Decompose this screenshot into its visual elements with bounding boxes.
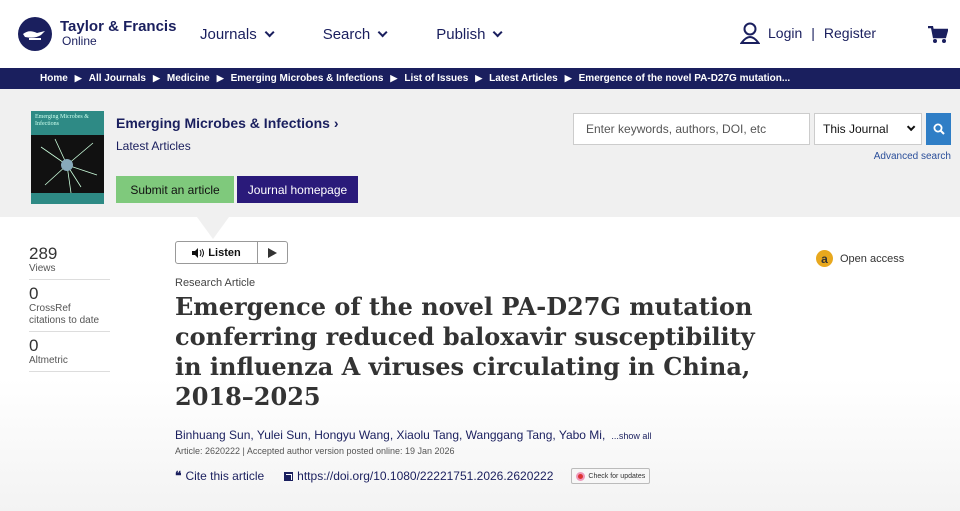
- authors-text[interactable]: Binhuang Sun, Yulei Sun, Hongyu Wang, Xi…: [175, 428, 605, 442]
- submit-article-button[interactable]: Submit an article: [116, 176, 234, 203]
- quote-icon: ❝: [175, 469, 182, 483]
- login-link[interactable]: Login: [768, 25, 802, 41]
- article-header: 289 Views 0 CrossRef citations to date 0…: [0, 217, 960, 511]
- banner-pointer: [197, 217, 229, 239]
- brand-name: Taylor & Francis: [60, 18, 177, 35]
- cover-title: Emerging Microbes & Infections: [31, 111, 104, 135]
- search-input[interactable]: [573, 113, 810, 145]
- breadcrumb-arrow-icon: ▶: [74, 73, 82, 83]
- check-for-updates-button[interactable]: Check for updates: [571, 468, 651, 484]
- breadcrumb-arrow-icon: ▶: [564, 73, 572, 83]
- listen-button[interactable]: Listen: [176, 242, 258, 263]
- breadcrumb-issues[interactable]: List of Issues: [404, 73, 468, 84]
- lamp-logo-icon: [18, 17, 52, 51]
- chevron-down-icon: [493, 27, 504, 38]
- open-access-icon: a: [816, 250, 833, 267]
- article-title: Emergence of the novel PA-D27G mutation …: [175, 292, 755, 411]
- search-scope-select[interactable]: This Journal: [814, 113, 922, 145]
- play-button[interactable]: [258, 242, 287, 263]
- metric-altmetric: 0 Altmetric: [29, 336, 110, 372]
- article-info: Article: 2620222 | Accepted author versi…: [175, 446, 455, 456]
- nav-search[interactable]: Search: [322, 26, 388, 43]
- metric-crossref: 0 CrossRef citations to date: [29, 284, 110, 332]
- metric-label: Views: [29, 263, 56, 274]
- metric-label: CrossRef citations to date: [29, 303, 100, 326]
- show-all-authors-link[interactable]: ...show all: [611, 431, 651, 441]
- breadcrumb-arrow-icon: ▶: [390, 73, 398, 83]
- article-metrics: 289 Views 0 CrossRef citations to date 0…: [29, 244, 110, 376]
- nav-journals-label: Journals: [200, 26, 257, 43]
- cite-article-link[interactable]: ❝ Cite this article: [175, 469, 264, 483]
- article-links: ❝ Cite this article https://doi.org/10.10…: [175, 468, 651, 484]
- article-type: Research Article: [175, 277, 256, 289]
- listen-player: Listen: [175, 241, 288, 264]
- doi-text: https://doi.org/10.1080/22221751.2026.26…: [297, 469, 554, 483]
- metric-value: 0: [29, 284, 39, 303]
- metric-label: Altmetric: [29, 355, 68, 366]
- speaker-icon: [192, 247, 205, 258]
- breadcrumb-journal[interactable]: Emerging Microbes & Infections: [231, 73, 384, 84]
- breadcrumb-home[interactable]: Home: [40, 73, 68, 84]
- breadcrumb-arrow-icon: ▶: [152, 73, 160, 83]
- main-nav: Journals Search Publish: [200, 26, 551, 43]
- breadcrumb-arrow-icon: ▶: [216, 73, 224, 83]
- account-links: Login | Register: [740, 22, 876, 44]
- journal-title-link[interactable]: Emerging Microbes & Infections ›: [116, 115, 338, 131]
- metric-views: 289 Views: [29, 244, 110, 280]
- breadcrumb-latest[interactable]: Latest Articles: [489, 73, 558, 84]
- cover-band: [31, 193, 104, 204]
- doi-link[interactable]: https://doi.org/10.1080/22221751.2026.26…: [284, 469, 553, 483]
- journal-cover-image[interactable]: Emerging Microbes & Infections: [31, 111, 104, 204]
- breadcrumb-current: Emergence of the novel PA-D27G mutation.…: [578, 73, 791, 84]
- cart-icon[interactable]: [928, 26, 948, 44]
- external-link-icon: [284, 471, 294, 481]
- journal-homepage-button[interactable]: Journal homepage: [237, 176, 358, 203]
- search-button[interactable]: [926, 113, 951, 145]
- breadcrumb-medicine[interactable]: Medicine: [167, 73, 210, 84]
- nav-search-label: Search: [322, 26, 371, 43]
- latest-articles-link[interactable]: Latest Articles: [116, 139, 191, 153]
- nav-publish-label: Publish: [436, 26, 486, 43]
- register-link[interactable]: Register: [824, 25, 876, 41]
- breadcrumb-all-journals[interactable]: All Journals: [89, 73, 146, 84]
- check-updates-label: Check for updates: [588, 472, 646, 480]
- search-icon: [933, 123, 945, 135]
- chevron-down-icon: [377, 27, 388, 38]
- microbe-illustration-icon: [40, 138, 98, 194]
- brand-subname: Online: [62, 34, 97, 48]
- nav-journals[interactable]: Journals: [200, 26, 275, 43]
- advanced-search-link[interactable]: Advanced search: [874, 151, 951, 162]
- search-scope-value: This Journal: [823, 122, 889, 136]
- cite-label: Cite this article: [185, 469, 265, 483]
- metric-value: 289: [29, 244, 58, 263]
- top-header: Taylor & Francis Online Journals Search …: [0, 0, 960, 68]
- author-list: Binhuang Sun, Yulei Sun, Hongyu Wang, Xi…: [175, 428, 651, 442]
- account-separator: |: [811, 25, 815, 41]
- nav-publish[interactable]: Publish: [436, 26, 504, 43]
- breadcrumb: Home ▶ All Journals ▶ Medicine ▶ Emerging M…: [0, 68, 960, 89]
- chevron-down-icon: [264, 27, 275, 38]
- journal-banner: Emerging Microbes & Infections Emerging …: [0, 89, 960, 217]
- open-access-badge: a Open access: [816, 250, 904, 267]
- open-access-label: Open access: [840, 252, 905, 265]
- listen-label: Listen: [208, 246, 241, 259]
- metric-value: 0: [29, 336, 39, 355]
- chevron-down-icon: [906, 122, 916, 132]
- brand-logo[interactable]: Taylor & Francis Online: [18, 17, 176, 51]
- crossmark-icon: [576, 471, 586, 481]
- play-icon: [268, 247, 277, 258]
- breadcrumb-arrow-icon: ▶: [475, 73, 483, 83]
- user-icon[interactable]: [740, 22, 760, 44]
